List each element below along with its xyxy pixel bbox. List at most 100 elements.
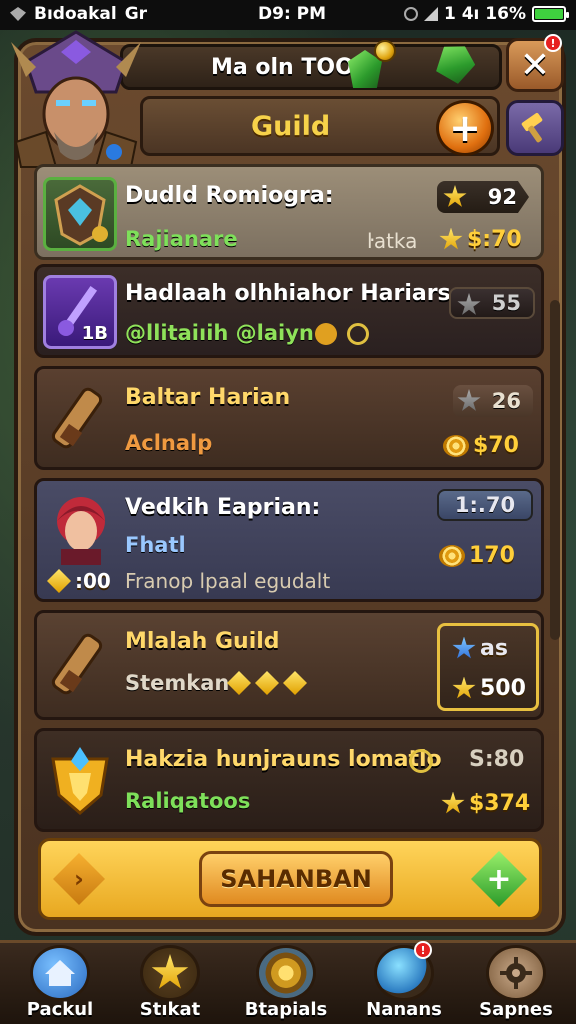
guild-name: Baltar Harian: [125, 385, 291, 410]
warrior-portrait-icon: [43, 491, 117, 565]
coin-spiral-icon: [439, 544, 465, 567]
nav-label: Packul: [26, 999, 94, 1020]
star-icon: [441, 791, 465, 814]
page-title: Guild: [251, 111, 331, 142]
bottom-nav: Packul Stıkat Btapials ! Nanans Sapnes: [0, 940, 576, 1024]
spiral-icon: [409, 749, 433, 773]
notification-dot: !: [414, 941, 432, 959]
shield-gem-icon: [43, 177, 117, 251]
gold-coin-icon: [374, 40, 396, 62]
reward: 170: [439, 543, 515, 568]
nav-item-packul[interactable]: Packul: [8, 945, 112, 1024]
reward-box: as 500: [437, 623, 539, 711]
nav-label: Sapnes: [479, 999, 553, 1020]
guild-card[interactable]: Baltar Harian Aclnalp 26 $70: [34, 366, 544, 470]
rating-value: 92: [487, 185, 517, 209]
gear-icon: [486, 945, 546, 1001]
star-icon: [443, 185, 467, 207]
nav-item-nanans[interactable]: ! Nanans: [352, 941, 456, 1024]
carrier-text: Gr: [124, 4, 148, 24]
coin-spiral-icon: [443, 434, 469, 457]
scrollbar[interactable]: [550, 300, 560, 640]
clock: D9: PM: [258, 4, 327, 24]
value-text: S:80: [469, 747, 525, 772]
reward-value: 500: [480, 676, 526, 701]
action-bar: › SAHANBAN +: [38, 838, 542, 920]
guild-subtitle: @llitaiıih @laiyn: [125, 321, 314, 345]
reward-value: 170: [469, 543, 515, 568]
guild-card[interactable]: 1B Hadlaah olhhiahor Hariars @llitaiıih …: [34, 264, 544, 358]
guild-note: ŀatka: [367, 229, 418, 253]
guild-subtitle: Stemkan: [125, 671, 230, 695]
reward: $70: [443, 433, 519, 458]
guild-card[interactable]: Mlalah Guild Stemkan as 500: [34, 610, 544, 720]
hero-portrait[interactable]: [6, 22, 146, 172]
guild-subtitle: Fhatl: [125, 533, 186, 557]
scroll-icon: [43, 383, 117, 457]
plus-icon: +: [449, 106, 481, 150]
alarm-icon: [403, 7, 418, 21]
scroll-icon: [43, 629, 117, 703]
notification-dot: !: [544, 34, 562, 52]
item-level: 1B: [81, 323, 108, 344]
timer-value: 1:.70: [454, 493, 516, 517]
left-reward: :00: [47, 569, 111, 593]
reward: $374: [441, 791, 530, 816]
rating-badge: 55: [449, 287, 535, 319]
guild-name: Hakzia hunjrauns lomatlo: [125, 747, 442, 772]
guild-subtitle: Aclnalp: [125, 431, 213, 455]
guild-card[interactable]: Dudld Romiogra: Rajianare ŀatka 92 $:70: [34, 164, 544, 260]
prev-button[interactable]: ›: [53, 853, 105, 905]
primary-action-button[interactable]: SAHANBAN: [199, 851, 393, 907]
reward-value: $70: [473, 433, 519, 458]
home-icon: [30, 945, 90, 1001]
build-button[interactable]: [506, 100, 564, 156]
sword-icon: 1B: [43, 275, 117, 349]
close-icon: ✕: [519, 44, 551, 86]
star-icon: [452, 676, 476, 699]
nav-item-sapnes[interactable]: Sapnes: [464, 945, 568, 1024]
reward-value: $374: [469, 791, 531, 816]
guild-subtitle: Rajianare: [125, 227, 238, 251]
nav-label: Stıkat: [139, 999, 201, 1020]
guild-name: Mlalah Guild: [125, 629, 280, 654]
left-reward-value: :00: [75, 569, 111, 593]
reward: 500: [452, 676, 526, 701]
nav-item-btapials[interactable]: Btapials: [234, 945, 338, 1024]
add-button[interactable]: +: [471, 851, 527, 907]
guild-note: Franop lpaal egudalt: [125, 569, 331, 593]
top-bar-title: Ma oln TOO: [211, 55, 354, 80]
star-icon: [140, 945, 200, 1001]
rating-value: 26: [491, 389, 521, 413]
gold-emblem-icon: [315, 323, 337, 345]
rating-badge: 26: [453, 385, 533, 417]
star-icon: [457, 293, 481, 315]
reward: $:70: [439, 227, 522, 252]
blue-badge-value: as: [480, 636, 508, 661]
plus-icon: +: [486, 861, 512, 897]
gold-crest-icon: [43, 745, 117, 819]
guild-card[interactable]: Hakzia hunjrauns lomatlo Raliqatoos S:80…: [34, 728, 544, 832]
star-icon: [457, 389, 481, 411]
reward-value: $:70: [467, 227, 522, 252]
hammer-icon: [521, 112, 543, 143]
timer-badge: 1:.70: [437, 489, 533, 521]
target-icon: [256, 945, 316, 1001]
nav-label: Btapials: [244, 999, 328, 1020]
chevron-right-icon: ›: [74, 865, 84, 893]
guild-name: Hadlaah olhhiahor Hariars: [125, 281, 451, 306]
spiral-icon: [347, 323, 369, 345]
status-left-text: Bıdoakal: [34, 4, 117, 24]
guild-subtitle: Raliqatoos: [125, 789, 251, 813]
nav-item-stikat[interactable]: Stıkat: [118, 945, 222, 1024]
nav-label: Nanans: [366, 999, 442, 1020]
gold-diamond-icon: [47, 569, 71, 593]
rank-chevrons-icon: [227, 671, 307, 695]
guild-card[interactable]: Vedkih Eaprian: Fhatl Franop lpaal eguda…: [34, 478, 544, 602]
status-right-text: 1 4ı 16%: [443, 4, 526, 24]
star-icon: [439, 227, 463, 250]
add-guild-button[interactable]: +: [436, 100, 494, 156]
blue-badge: as: [452, 636, 508, 661]
diamond-icon: [10, 7, 26, 21]
rating-value: 55: [491, 291, 521, 315]
